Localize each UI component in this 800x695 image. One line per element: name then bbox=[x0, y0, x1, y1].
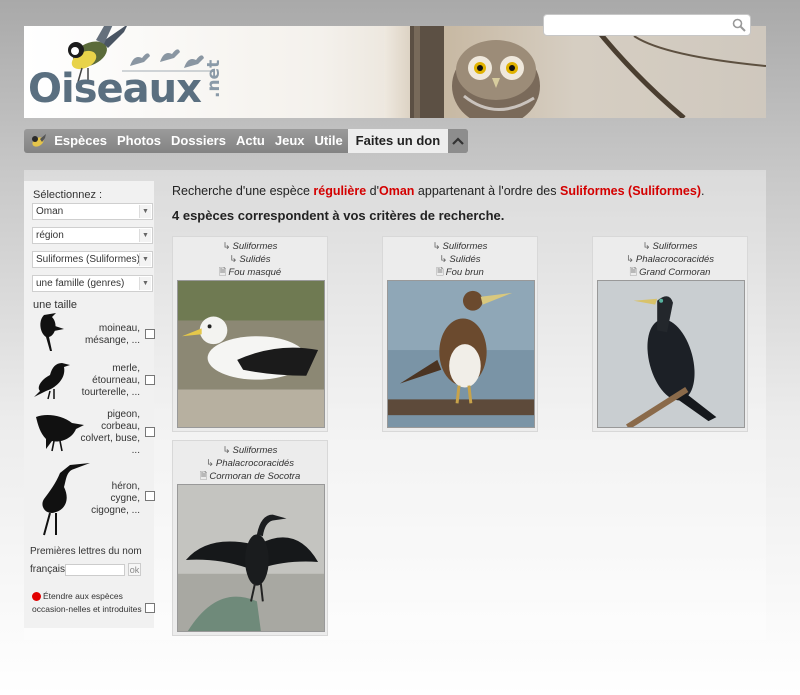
blackbird-silhouette-icon bbox=[34, 363, 70, 400]
species-photo[interactable] bbox=[177, 484, 325, 632]
order-select[interactable]: Suliformes (Suliformes) ▼ bbox=[32, 251, 153, 268]
heron-silhouette-icon bbox=[42, 463, 90, 536]
species-photo[interactable] bbox=[387, 280, 535, 428]
extend-checkbox[interactable] bbox=[145, 603, 155, 613]
home-bird-icon[interactable] bbox=[24, 129, 49, 153]
logo-text[interactable]: Oiseaux bbox=[28, 66, 202, 112]
nav-photos[interactable]: Photos bbox=[112, 129, 166, 153]
ok-button[interactable]: ok bbox=[128, 563, 141, 576]
size-option-small[interactable]: moineau, mésange, ... bbox=[28, 311, 155, 355]
nav-actu[interactable]: Actu bbox=[231, 129, 270, 153]
taxo-species[interactable]: 🗎 Fou brun bbox=[383, 266, 537, 279]
country-select[interactable]: Oman ▼ bbox=[32, 203, 153, 220]
search-sidebar: Sélectionnez : Oman ▼ région ▼ Suliforme… bbox=[24, 181, 155, 628]
summary-text: Recherche d'une espèce bbox=[172, 184, 314, 198]
taxo-species[interactable]: 🗎 Grand Cormoran bbox=[593, 266, 747, 279]
summary-country: Oman bbox=[379, 184, 415, 198]
taxo-family[interactable]: ↳ Phalacrocoracidés bbox=[173, 457, 327, 470]
region-select[interactable]: région ▼ bbox=[32, 227, 153, 244]
size-checkbox-xlarge[interactable] bbox=[145, 491, 155, 501]
size-option-xlarge[interactable]: héron, cygne, cigogne, ... bbox=[28, 459, 155, 539]
nav-especes[interactable]: Espèces bbox=[49, 129, 112, 153]
search-icon[interactable] bbox=[732, 18, 746, 32]
red-dot-icon bbox=[32, 592, 41, 602]
site-header: Oiseaux .net bbox=[24, 26, 766, 118]
summary-order: Suliformes (Suliformes) bbox=[559, 184, 701, 198]
taxo-family[interactable]: ↳ Sulidés bbox=[173, 253, 327, 266]
size-checkbox-medium[interactable] bbox=[145, 375, 155, 385]
order-select-value: Suliformes (Suliformes) bbox=[36, 254, 140, 265]
taxo-family[interactable]: ↳ Phalacrocoracidés bbox=[593, 253, 747, 266]
taxo-order[interactable]: ↳ Suliformes bbox=[593, 240, 747, 253]
extend-label: Étendre aux espèces occasion-nelles et i… bbox=[32, 591, 142, 614]
family-select[interactable]: une famille (genres) ▼ bbox=[32, 275, 153, 292]
page-icon: 🗎 bbox=[218, 267, 227, 278]
species-card[interactable]: ↳ Suliformes ↳ Phalacrocoracidés 🗎 Grand Co… bbox=[592, 236, 748, 432]
size-option-medium[interactable]: merle, étourneau, tourterelle, ... bbox=[28, 357, 155, 403]
search-summary: Recherche d'une espèce régulière d'Oman … bbox=[172, 184, 704, 198]
size-option-large[interactable]: pigeon, corbeau, colvert, buse, ... bbox=[28, 407, 155, 456]
page-icon: 🗎 bbox=[436, 267, 444, 278]
species-photo[interactable] bbox=[597, 280, 745, 428]
summary-text: appartenant à l'ordre des bbox=[414, 184, 560, 198]
chevron-down-icon: ▼ bbox=[139, 229, 151, 242]
size-text-small: moineau, mésange, ... bbox=[84, 323, 140, 346]
size-text-medium: merle, étourneau, tourterelle, ... bbox=[81, 363, 140, 398]
search-field[interactable] bbox=[543, 14, 751, 36]
page-icon: 🗎 bbox=[199, 471, 208, 482]
taxo-species[interactable]: 🗎 Fou masqué bbox=[173, 266, 327, 279]
sparrow-silhouette-icon bbox=[40, 313, 64, 351]
taxo-order[interactable]: ↳ Suliformes bbox=[383, 240, 537, 253]
summary-text: d' bbox=[366, 184, 379, 198]
result-count: 4 espèces correspondent à vos critères d… bbox=[172, 208, 505, 223]
nav-dossiers[interactable]: Dossiers bbox=[166, 129, 231, 153]
name-letters-input[interactable] bbox=[65, 564, 125, 576]
nav-utile[interactable]: Utile bbox=[310, 129, 348, 153]
size-checkbox-small[interactable] bbox=[145, 329, 155, 339]
chevron-down-icon: ▼ bbox=[139, 277, 151, 290]
chevron-up-icon bbox=[452, 137, 464, 145]
nav-jeux[interactable]: Jeux bbox=[270, 129, 310, 153]
country-select-value: Oman bbox=[36, 206, 64, 217]
summary-status: régulière bbox=[313, 184, 367, 198]
extend-option[interactable]: Étendre aux espèces occasion-nelles et i… bbox=[32, 591, 155, 615]
size-text-xlarge: héron, cygne, cigogne, ... bbox=[91, 481, 140, 516]
region-select-value: région bbox=[36, 230, 64, 241]
main-nav: Espèces Photos Dossiers Actu Jeux Utile … bbox=[24, 129, 468, 153]
summary-text: . bbox=[700, 184, 705, 198]
page-icon: 🗎 bbox=[629, 267, 638, 278]
family-select-value: une famille (genres) bbox=[36, 278, 125, 289]
taxo-order[interactable]: ↳ Suliformes bbox=[173, 444, 327, 457]
species-photo[interactable] bbox=[177, 280, 325, 428]
taxo-family[interactable]: ↳ Sulidés bbox=[383, 253, 537, 266]
logo-suffix: .net bbox=[204, 59, 224, 98]
nav-faites-un-don[interactable]: Faites un don bbox=[347, 129, 449, 153]
species-card[interactable]: ↳ Suliformes ↳ Phalacrocoracidés 🗎 Cormoran… bbox=[172, 440, 328, 636]
select-label: Sélectionnez : bbox=[33, 189, 103, 201]
taxo-species[interactable]: 🗎 Cormoran de Socotra bbox=[173, 470, 327, 483]
search-input[interactable] bbox=[544, 15, 724, 35]
first-letters-label: Premières lettres du nom bbox=[30, 546, 142, 557]
taxo-order[interactable]: ↳ Suliformes bbox=[173, 240, 327, 253]
species-card[interactable]: ↳ Suliformes ↳ Sulidés 🗎 Fou masqué bbox=[172, 236, 328, 432]
chevron-down-icon: ▼ bbox=[139, 205, 151, 218]
owl-header-photo bbox=[384, 26, 766, 118]
chevron-down-icon: ▼ bbox=[139, 253, 151, 266]
size-label: une taille bbox=[33, 299, 78, 311]
size-checkbox-large[interactable] bbox=[145, 427, 155, 437]
species-card[interactable]: ↳ Suliformes ↳ Sulidés 🗎 Fou brun bbox=[382, 236, 538, 432]
french-label: français bbox=[30, 564, 66, 575]
size-text-large: pigeon, corbeau, colvert, buse, ... bbox=[80, 409, 140, 456]
collapse-menu-button[interactable] bbox=[448, 129, 468, 153]
